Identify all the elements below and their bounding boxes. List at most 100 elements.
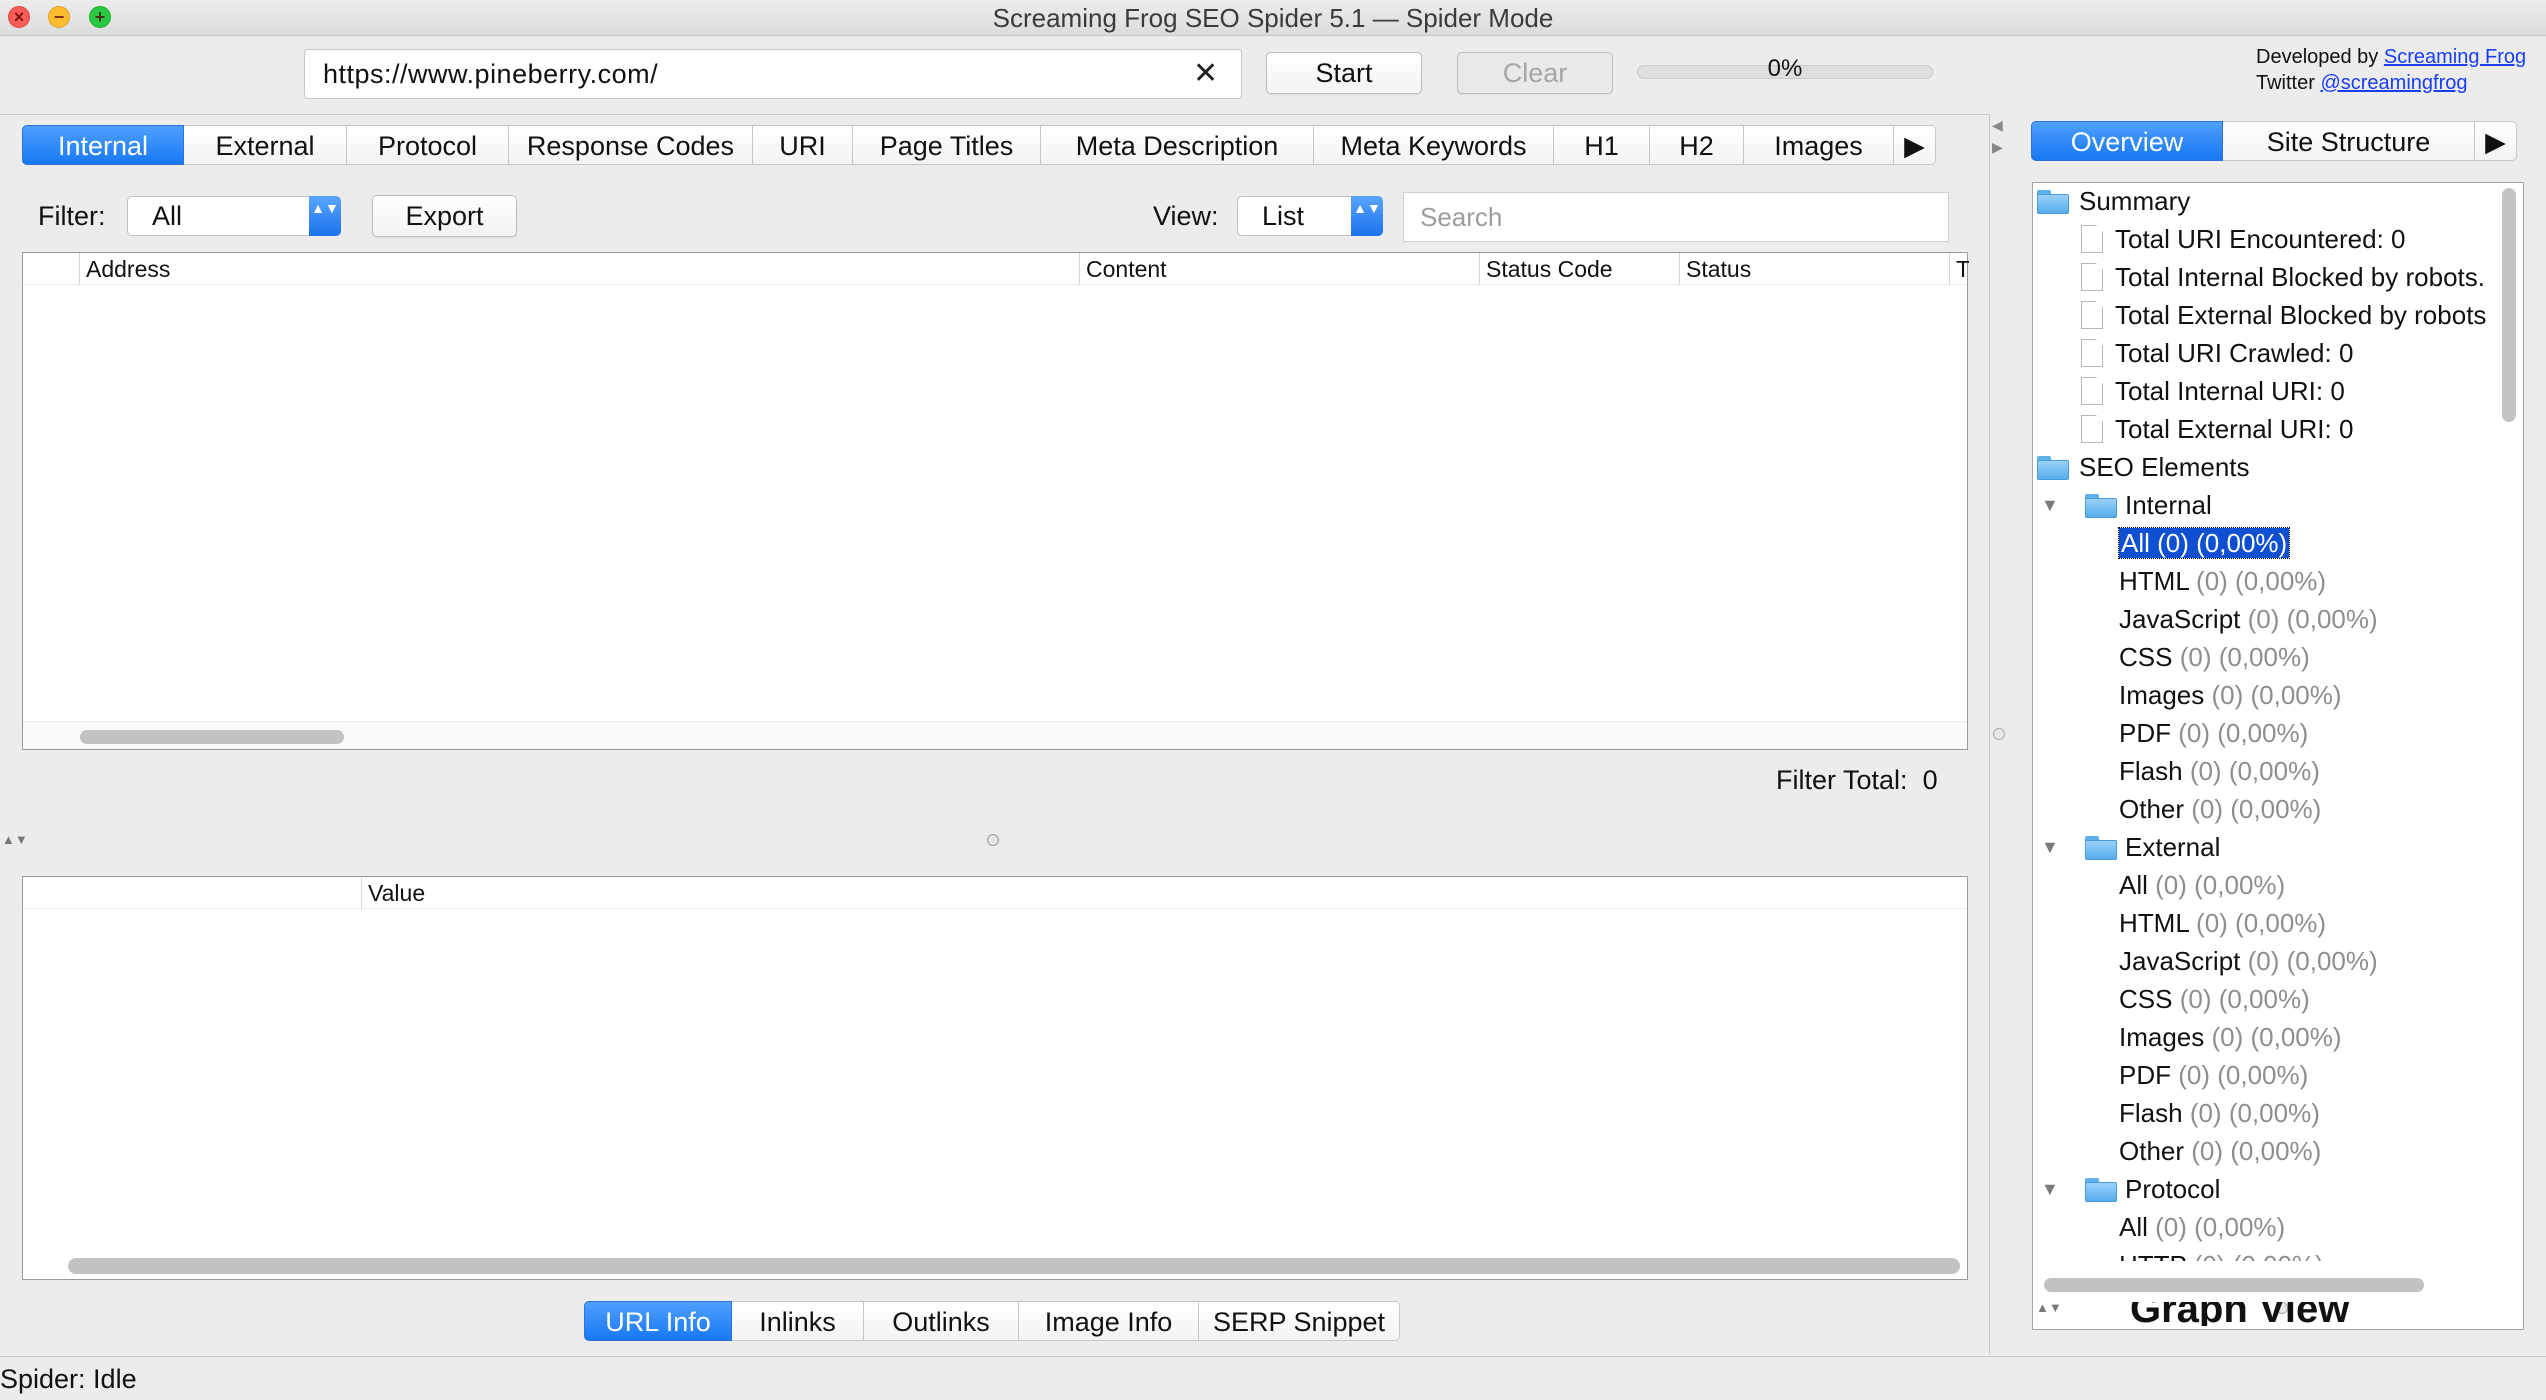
tree-item-internal-javascript[interactable]: JavaScript (0) (0,00%) (2119, 601, 2378, 637)
tree-node-summary[interactable]: Summary (2037, 183, 2190, 219)
close-window-button[interactable]: × (8, 6, 30, 28)
tree-item-external-all[interactable]: All (0) (0,00%) (2119, 867, 2285, 903)
tab-overview[interactable]: Overview (2031, 121, 2223, 161)
overview-tree-hscrollbar[interactable] (2044, 1278, 2424, 1292)
tree-item-internal-images[interactable]: Images (0) (0,00%) (2119, 677, 2342, 713)
folder-icon (2037, 190, 2069, 214)
details-table-header: Value (23, 877, 1967, 909)
tree-item-internal-html[interactable]: HTML (0) (0,00%) (2119, 563, 2326, 599)
folder-icon (2085, 1178, 2117, 1202)
twitter-link[interactable]: @screamingfrog (2320, 72, 2467, 94)
window-title: Screaming Frog SEO Spider 5.1 — Spider M… (992, 3, 1554, 33)
more-tabs-arrow-icon[interactable]: ▶ (1894, 125, 1936, 165)
view-select[interactable]: List ▲▼ (1237, 196, 1383, 236)
tree-item-protocol-http[interactable]: HTTP (0) (0,00%) (2119, 1247, 2324, 1261)
tree-split-toggle-arrows-icon[interactable]: ▲▼ (2036, 1300, 2062, 1315)
tree-item-external-javascript[interactable]: JavaScript (0) (0,00%) (2119, 943, 2378, 979)
tab-image-info[interactable]: Image Info (1019, 1301, 1199, 1341)
tree-item-external-images[interactable]: Images (0) (0,00%) (2119, 1019, 2342, 1055)
split-toggle-arrows-icon[interactable]: ▲▼ (2, 832, 28, 847)
url-input-value[interactable]: https://www.pineberry.com/ (323, 50, 658, 98)
tab-meta-description[interactable]: Meta Description (1041, 125, 1314, 165)
maximize-window-button[interactable]: + (89, 6, 111, 28)
tree-item-total-internal-blocked[interactable]: Total Internal Blocked by robots. (2081, 259, 2485, 295)
tab-serp-snippet[interactable]: SERP Snippet (1199, 1301, 1400, 1341)
tree-item-internal-pdf[interactable]: PDF (0) (0,00%) (2119, 715, 2308, 751)
expand-triangle-icon[interactable]: ▼ (2041, 829, 2059, 865)
tree-item-external-other[interactable]: Other (0) (0,00%) (2119, 1133, 2321, 1169)
tree-item-external-css[interactable]: CSS (0) (0,00%) (2119, 981, 2310, 1017)
graph-view-heading: Graph View (2130, 1302, 2350, 1326)
tree-item-internal-flash[interactable]: Flash (0) (0,00%) (2119, 753, 2320, 789)
tab-inlinks[interactable]: Inlinks (732, 1301, 864, 1341)
minimize-icon: − (53, 7, 65, 27)
clear-url-icon[interactable]: ✕ (1193, 50, 1218, 98)
tree-item-internal-other[interactable]: Other (0) (0,00%) (2119, 791, 2321, 827)
tree-item-internal-css[interactable]: CSS (0) (0,00%) (2119, 639, 2310, 675)
details-table-hscrollbar[interactable] (68, 1258, 1960, 1274)
results-table[interactable]: Address Content Status Code Status T (22, 252, 1969, 750)
tree-item-internal-all[interactable]: All (0) (0,00%) (2117, 525, 2291, 561)
results-table-header: Address Content Status Code Status T (23, 253, 1969, 285)
tab-images[interactable]: Images (1744, 125, 1894, 165)
tab-internal[interactable]: Internal (22, 125, 184, 165)
column-header-value[interactable]: Value (361, 877, 1961, 909)
column-header-address[interactable]: Address (79, 253, 1079, 285)
column-header-truncated[interactable]: T (1949, 253, 1969, 285)
tree-item-total-uri-encountered[interactable]: Total URI Encountered: 0 (2081, 221, 2406, 257)
developer-link[interactable]: Screaming Frog (2384, 46, 2526, 68)
tab-response-codes[interactable]: Response Codes (509, 125, 753, 165)
tab-uri[interactable]: URI (753, 125, 853, 165)
tree-node-seo-elements[interactable]: SEO Elements (2037, 449, 2250, 485)
split-pane-handle[interactable] (987, 834, 999, 846)
status-bar: Spider: Idle (0, 1356, 2546, 1400)
filter-select-value: All (152, 201, 183, 231)
start-button[interactable]: Start (1266, 52, 1422, 94)
maximize-icon: + (94, 7, 106, 27)
tab-site-structure[interactable]: Site Structure (2223, 121, 2475, 161)
results-table-hscrollbar[interactable] (80, 730, 344, 744)
tree-item-external-flash[interactable]: Flash (0) (0,00%) (2119, 1095, 2320, 1131)
tree-item-total-external-blocked[interactable]: Total External Blocked by robots (2081, 297, 2486, 333)
tree-node-external[interactable]: ▼ External (2041, 829, 2220, 865)
file-icon (2081, 339, 2103, 367)
column-header-status-code[interactable]: Status Code (1479, 253, 1679, 285)
tab-outlinks[interactable]: Outlinks (864, 1301, 1019, 1341)
more-right-tabs-arrow-icon[interactable]: ▶ (2475, 121, 2517, 161)
filter-select[interactable]: All ▲▼ (127, 196, 341, 236)
tree-item-external-pdf[interactable]: PDF (0) (0,00%) (2119, 1057, 2308, 1093)
expand-triangle-icon[interactable]: ▼ (2041, 1171, 2059, 1207)
column-header-content[interactable]: Content (1079, 253, 1479, 285)
tree-item-protocol-all[interactable]: All (0) (0,00%) (2119, 1209, 2285, 1245)
tree-item-total-uri-crawled[interactable]: Total URI Crawled: 0 (2081, 335, 2353, 371)
tree-node-internal[interactable]: ▼ Internal (2041, 487, 2212, 523)
column-header-status[interactable]: Status (1679, 253, 1949, 285)
tab-page-titles[interactable]: Page Titles (853, 125, 1041, 165)
panel-split-handle[interactable] (1993, 728, 2005, 740)
details-table[interactable]: Value (22, 876, 1968, 1280)
tab-url-info[interactable]: URL Info (584, 1301, 732, 1341)
file-icon (2081, 415, 2103, 443)
tree-item-total-internal-uri[interactable]: Total Internal URI: 0 (2081, 373, 2345, 409)
tab-protocol[interactable]: Protocol (347, 125, 509, 165)
tab-h1[interactable]: H1 (1554, 125, 1650, 165)
crawl-progress-text: 0% (1767, 55, 1803, 82)
column-header-row-number[interactable] (23, 253, 79, 285)
tree-item-total-external-uri[interactable]: Total External URI: 0 (2081, 411, 2353, 447)
expand-triangle-icon[interactable]: ▼ (2041, 487, 2059, 523)
clear-button[interactable]: Clear (1457, 52, 1613, 94)
export-button[interactable]: Export (372, 195, 517, 237)
minimize-window-button[interactable]: − (48, 6, 70, 28)
tab-meta-keywords[interactable]: Meta Keywords (1314, 125, 1554, 165)
tab-h2[interactable]: H2 (1650, 125, 1744, 165)
search-input[interactable]: Search (1403, 192, 1949, 242)
tree-item-external-html[interactable]: HTML (0) (0,00%) (2119, 905, 2326, 941)
url-input[interactable]: https://www.pineberry.com/ ✕ (304, 49, 1242, 99)
filter-total-value: 0 (1922, 765, 1938, 795)
tab-external[interactable]: External (184, 125, 347, 165)
column-header-name[interactable] (23, 877, 361, 909)
panel-collapse-arrows-icon[interactable]: ◀ ▶ (1992, 114, 2003, 158)
overview-tree-vscrollbar[interactable] (2502, 188, 2516, 422)
tree-node-protocol[interactable]: ▼ Protocol (2041, 1171, 2220, 1207)
overview-tree[interactable]: Summary Total URI Encountered: 0 Total I… (2032, 182, 2524, 1330)
